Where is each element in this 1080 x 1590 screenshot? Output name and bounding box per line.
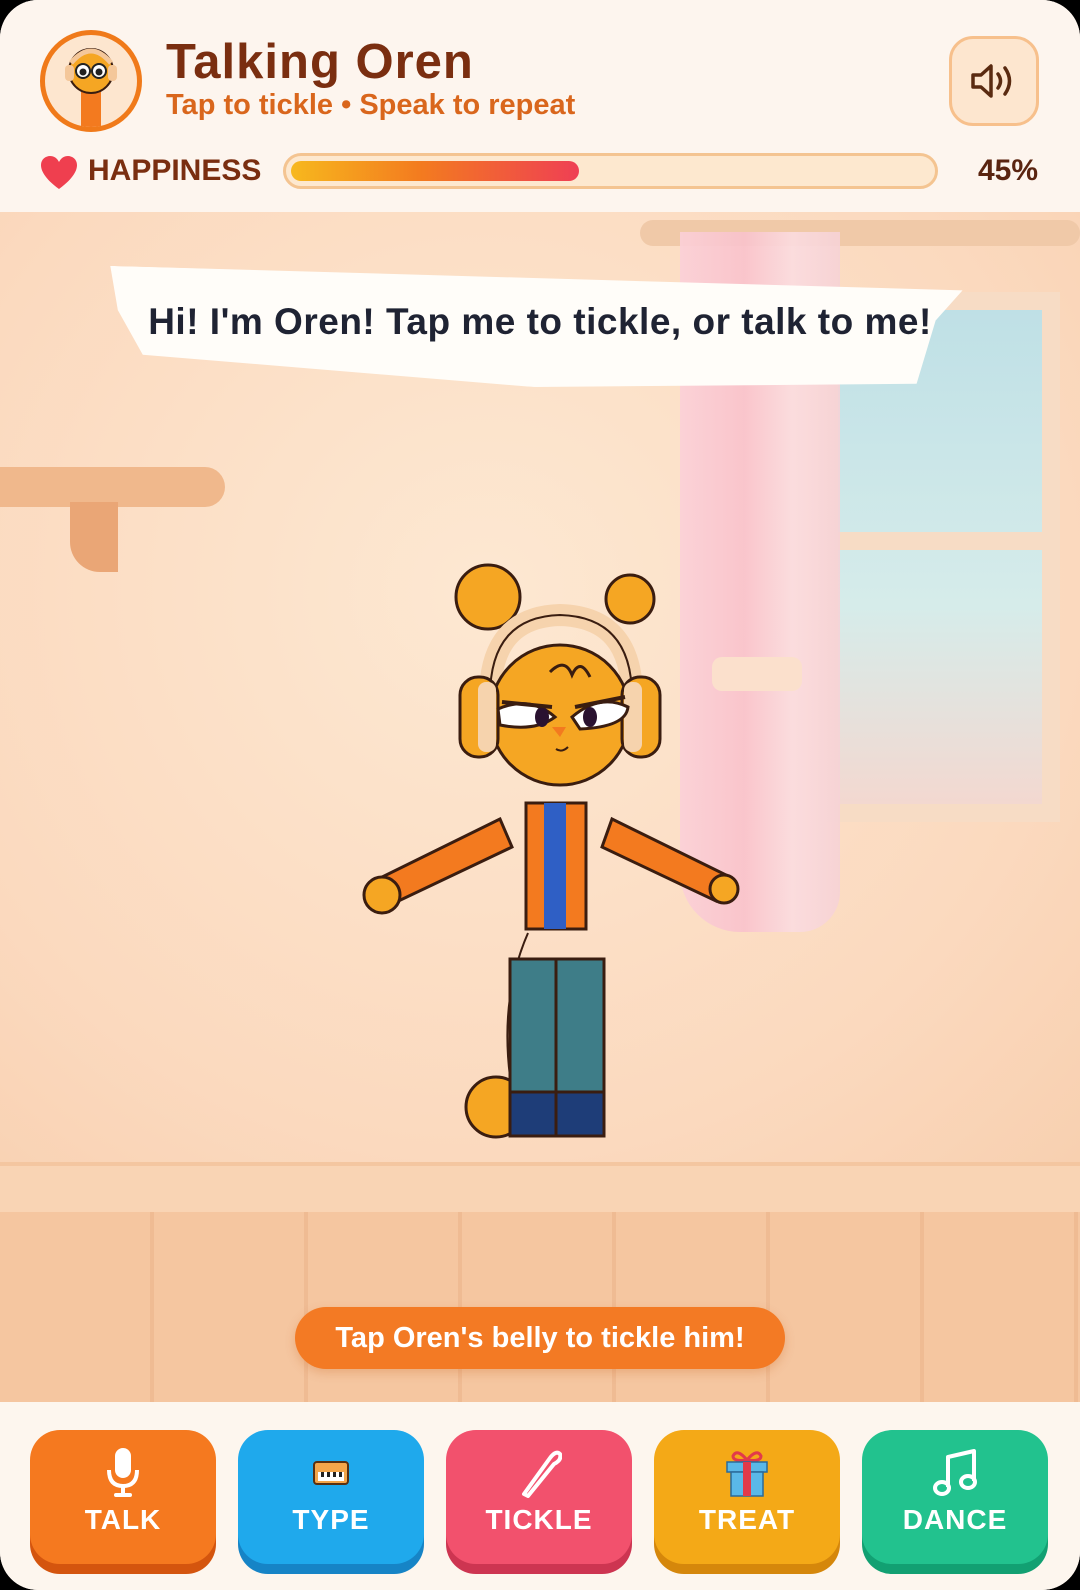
treat-button[interactable]: TREAT bbox=[654, 1430, 840, 1564]
happiness-percent: 45% bbox=[978, 154, 1039, 187]
wall-shelf bbox=[0, 467, 225, 507]
avatar bbox=[40, 30, 142, 132]
microphone-icon bbox=[107, 1448, 139, 1497]
app-subtitle: Tap to tickle • Speak to repeat bbox=[166, 89, 576, 121]
shelf-bracket bbox=[70, 502, 118, 572]
speaker-volume-icon bbox=[971, 64, 1012, 98]
type-button[interactable]: TYPE bbox=[238, 1430, 424, 1564]
tickle-hint-pill: Tap Oren's belly to tickle him! bbox=[295, 1307, 785, 1369]
window-frame-bar bbox=[820, 532, 1060, 550]
dance-button[interactable]: DANCE bbox=[862, 1430, 1048, 1564]
action-bar: TALK TYPE TICKLE TREAT DANCE bbox=[0, 1402, 1080, 1590]
tickle-label: TICKLE bbox=[485, 1504, 593, 1535]
heart-icon bbox=[41, 156, 77, 189]
wall-trim bbox=[0, 1162, 1080, 1212]
talk-button[interactable]: TALK bbox=[30, 1430, 216, 1564]
tickle-button[interactable]: TICKLE bbox=[446, 1430, 632, 1564]
feather-icon bbox=[522, 1450, 562, 1498]
happiness-label: HAPPINESS bbox=[88, 154, 262, 187]
play-scene: Hi! I'm Oren! Tap me to tickle, or talk … bbox=[0, 212, 1080, 1402]
sound-toggle-button[interactable] bbox=[949, 36, 1039, 126]
gift-icon bbox=[726, 1451, 768, 1497]
type-label: TYPE bbox=[292, 1504, 370, 1535]
app-title: Talking Oren bbox=[166, 35, 474, 89]
app-frame: Talking Oren Tap to tickle • Speak to re… bbox=[0, 0, 1080, 1590]
dance-label: DANCE bbox=[902, 1504, 1008, 1535]
oren-character[interactable] bbox=[360, 557, 750, 1157]
music-note-icon bbox=[933, 1449, 977, 1496]
happiness-meter bbox=[283, 153, 938, 189]
speech-text: Hi! I'm Oren! Tap me to tickle, or talk … bbox=[148, 301, 932, 342]
keyboard-icon bbox=[313, 1461, 349, 1485]
treat-label: TREAT bbox=[698, 1504, 796, 1535]
header: Talking Oren Tap to tickle • Speak to re… bbox=[0, 0, 1080, 212]
happiness-meter-fill bbox=[291, 161, 579, 181]
talk-label: TALK bbox=[84, 1504, 162, 1535]
